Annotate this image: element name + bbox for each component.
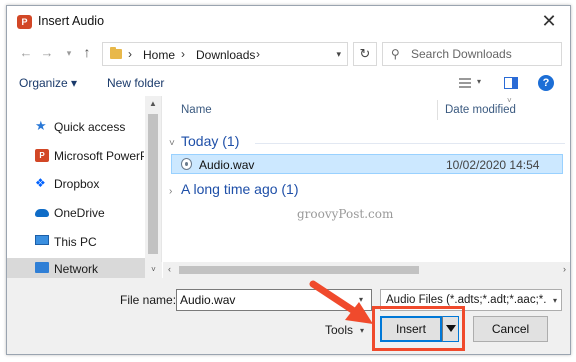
new-folder-button[interactable]: New folder xyxy=(107,76,164,90)
chevron-down-icon[interactable]: ▾ xyxy=(477,77,481,86)
breadcrumb-separator[interactable]: › xyxy=(181,47,185,61)
sidebar-item-powerpoint[interactable]: P Microsoft PowerPoint xyxy=(7,145,145,167)
sidebar-item-label: Dropbox xyxy=(54,177,100,191)
chevron-down-icon[interactable]: ▾ xyxy=(360,326,364,335)
sidebar-item-label: OneDrive xyxy=(54,206,105,220)
file-list: Name ˅ Date modified ˅ Today (1) Audio.wa… xyxy=(163,96,570,262)
command-toolbar: Organize ▾ New folder ▾ ? xyxy=(7,70,570,96)
insert-button[interactable]: Insert xyxy=(380,316,442,342)
sidebar-item-label: Microsoft PowerPoint xyxy=(54,149,144,163)
watermark-text: groovyPost.com xyxy=(297,207,394,221)
group-label: Today (1) xyxy=(181,133,240,149)
dialog-title: Insert Audio xyxy=(38,14,105,28)
star-icon: ★ xyxy=(35,118,47,133)
group-header-today[interactable]: ˅ Today (1) xyxy=(169,133,565,149)
scroll-right-icon[interactable]: › xyxy=(563,264,566,274)
powerpoint-icon: P xyxy=(35,149,49,162)
chevron-down-icon: ▾ xyxy=(552,296,557,305)
column-header-name[interactable]: Name xyxy=(181,104,212,116)
back-arrow-icon[interactable]: ← xyxy=(18,45,34,60)
file-name-input[interactable] xyxy=(176,289,372,311)
title-bar: P Insert Audio ✕ xyxy=(7,6,570,38)
preview-pane-icon[interactable] xyxy=(504,77,518,89)
search-input[interactable] xyxy=(411,44,556,64)
column-divider[interactable] xyxy=(437,100,438,120)
sidebar-item-quick-access[interactable]: ★ Quick access xyxy=(7,116,145,138)
sidebar-item-onedrive[interactable]: OneDrive xyxy=(7,202,145,224)
up-arrow-icon[interactable]: ↑ xyxy=(79,44,95,60)
scrollbar-thumb[interactable] xyxy=(148,114,158,254)
pc-icon xyxy=(35,235,49,245)
chevron-down-icon[interactable]: ▾ xyxy=(336,49,341,60)
recent-locations-chevron-icon[interactable]: ▾ xyxy=(61,48,77,59)
file-row[interactable]: Audio.wav 10/02/2020 14:54 xyxy=(171,154,563,174)
dialog-footer: File name: ▾ Audio Files (*.adts;*.adt;*… xyxy=(7,278,570,354)
file-type-value: Audio Files (*.adts;*.adt;*.aac;*.ai xyxy=(386,294,546,306)
tools-menu[interactable]: Tools xyxy=(325,323,353,337)
sidebar-item-label: This PC xyxy=(54,235,97,249)
scrollbar-thumb[interactable] xyxy=(179,266,419,274)
chevron-down-icon[interactable]: ˅ xyxy=(145,262,162,278)
cancel-button[interactable]: Cancel xyxy=(473,316,548,342)
file-date: 10/02/2020 14:54 xyxy=(446,158,540,172)
folder-icon xyxy=(110,47,122,59)
caret-down-icon xyxy=(446,325,456,332)
sidebar-item-label: Quick access xyxy=(54,120,126,134)
audio-file-icon xyxy=(181,158,192,170)
scroll-left-icon[interactable]: ‹ xyxy=(168,264,171,274)
group-divider xyxy=(255,143,565,144)
column-header-date-modified[interactable]: Date modified xyxy=(445,104,516,116)
scroll-up-icon[interactable]: ▲ xyxy=(149,99,157,108)
help-icon[interactable]: ? xyxy=(538,75,554,91)
breadcrumb-downloads[interactable]: Downloads xyxy=(196,48,255,62)
address-bar[interactable]: › Home › Downloads › ▾ xyxy=(102,42,348,66)
chevron-down-icon[interactable]: ▾ xyxy=(359,295,363,304)
powerpoint-app-icon: P xyxy=(17,15,32,29)
sidebar-item-dropbox[interactable]: ❖ Dropbox xyxy=(7,173,145,195)
insert-options-button[interactable] xyxy=(442,316,459,342)
file-name-label: File name: xyxy=(120,293,177,307)
sidebar-item-network[interactable]: Network xyxy=(7,258,145,280)
breadcrumb-separator[interactable]: › xyxy=(256,47,260,61)
breadcrumb-home[interactable]: Home xyxy=(143,48,175,62)
file-name: Audio.wav xyxy=(199,158,255,172)
address-row: ← → ▾ ↑ › Home › Downloads › ▾ ↻ ⚲ xyxy=(7,38,570,70)
horizontal-scrollbar[interactable]: ‹ › xyxy=(163,262,570,278)
insert-audio-dialog: P Insert Audio ✕ ← → ▾ ↑ › Home › Downlo… xyxy=(6,5,571,355)
dropbox-icon: ❖ xyxy=(35,176,46,190)
group-label: A long time ago (1) xyxy=(181,181,299,197)
sidebar-item-this-pc[interactable]: This PC xyxy=(7,231,145,253)
view-options-icon[interactable] xyxy=(459,78,471,88)
organize-menu[interactable]: Organize ▾ xyxy=(19,76,77,90)
onedrive-icon xyxy=(35,209,49,217)
refresh-button[interactable]: ↻ xyxy=(353,42,377,66)
search-icon: ⚲ xyxy=(391,47,400,61)
group-header-long-ago[interactable]: › A long time ago (1) xyxy=(169,181,299,197)
forward-arrow-icon[interactable]: → xyxy=(39,45,55,60)
network-icon xyxy=(35,262,49,273)
chevron-down-icon: ˅ xyxy=(169,138,175,149)
sidebar-item-label: Network xyxy=(54,262,99,276)
close-button[interactable]: ✕ xyxy=(536,10,562,34)
search-box[interactable]: ⚲ xyxy=(382,42,562,66)
sidebar-scrollbar[interactable]: ▲ ▼ xyxy=(145,96,161,278)
chevron-right-icon: › xyxy=(169,186,173,197)
navigation-pane: ★ Quick access P Microsoft PowerPoint ❖ … xyxy=(7,96,162,280)
breadcrumb-separator[interactable]: › xyxy=(128,47,132,61)
